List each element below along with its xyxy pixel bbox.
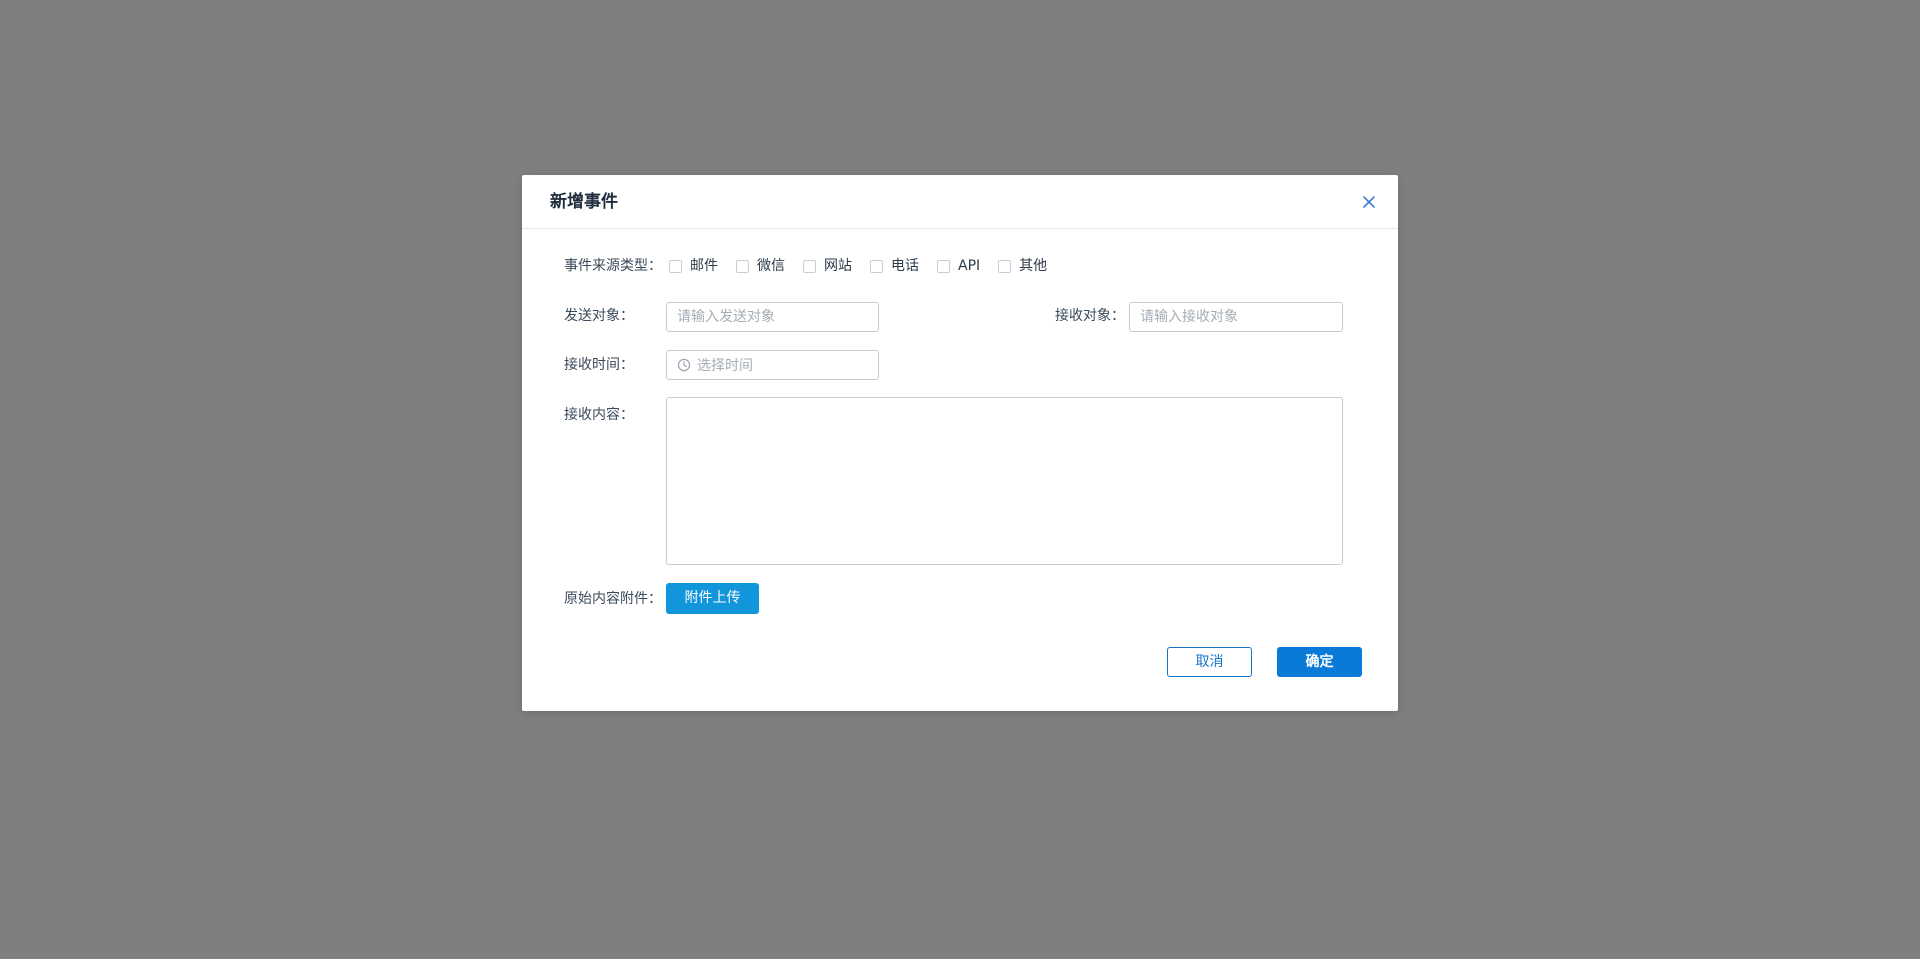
checkbox-box[interactable] xyxy=(998,259,1012,273)
time-placeholder: 选择时间 xyxy=(697,358,753,374)
dialog-title: 新增事件 xyxy=(550,192,618,212)
checkbox-label: 网站 xyxy=(824,258,852,274)
checkbox-website[interactable]: 网站 xyxy=(803,256,852,276)
checkbox-label: 电话 xyxy=(891,258,919,274)
dialog-header: 新增事件 xyxy=(522,175,1398,229)
checkbox-box[interactable] xyxy=(870,259,883,273)
upload-attachment-button[interactable]: 附件上传 xyxy=(666,583,759,614)
checkbox-wechat[interactable]: 微信 xyxy=(736,256,785,276)
sender-input[interactable] xyxy=(666,302,879,332)
checkbox-api[interactable]: API xyxy=(937,256,980,276)
confirm-button[interactable]: 确定 xyxy=(1277,647,1362,677)
sender-label: 发送对象： xyxy=(564,308,634,324)
close-icon xyxy=(1363,196,1375,208)
clock-icon xyxy=(677,358,691,372)
attachment-label: 原始内容附件： xyxy=(564,591,662,607)
time-picker[interactable]: 选择时间 xyxy=(666,350,879,380)
receiver-input[interactable] xyxy=(1129,302,1343,332)
checkbox-box[interactable] xyxy=(803,259,816,273)
content-textarea[interactable] xyxy=(666,397,1343,565)
source-type-checkbox-group: 邮件 微信 网站 电话 API 其他 xyxy=(669,256,1065,276)
checkbox-label: 其他 xyxy=(1019,258,1048,274)
checkbox-email[interactable]: 邮件 xyxy=(669,256,718,276)
source-type-label: 事件来源类型： xyxy=(564,258,662,274)
checkbox-other[interactable]: 其他 xyxy=(998,256,1047,276)
checkbox-label: 微信 xyxy=(757,258,785,274)
checkbox-label: 邮件 xyxy=(690,258,718,274)
close-button[interactable] xyxy=(1358,191,1380,213)
content-label: 接收内容： xyxy=(564,407,634,423)
cancel-button[interactable]: 取消 xyxy=(1167,647,1252,677)
add-event-dialog: 新增事件 事件来源类型： 邮件 微信 网站 电话 API 其他 发送对象： 请输… xyxy=(522,175,1398,711)
checkbox-box[interactable] xyxy=(669,259,682,273)
checkbox-box[interactable] xyxy=(937,259,950,273)
receive-time-label: 接收时间： xyxy=(564,357,634,373)
checkbox-box[interactable] xyxy=(736,259,749,273)
receiver-label: 接收对象： xyxy=(1055,308,1125,324)
checkbox-phone[interactable]: 电话 xyxy=(870,256,919,276)
checkbox-label: API xyxy=(958,258,981,274)
